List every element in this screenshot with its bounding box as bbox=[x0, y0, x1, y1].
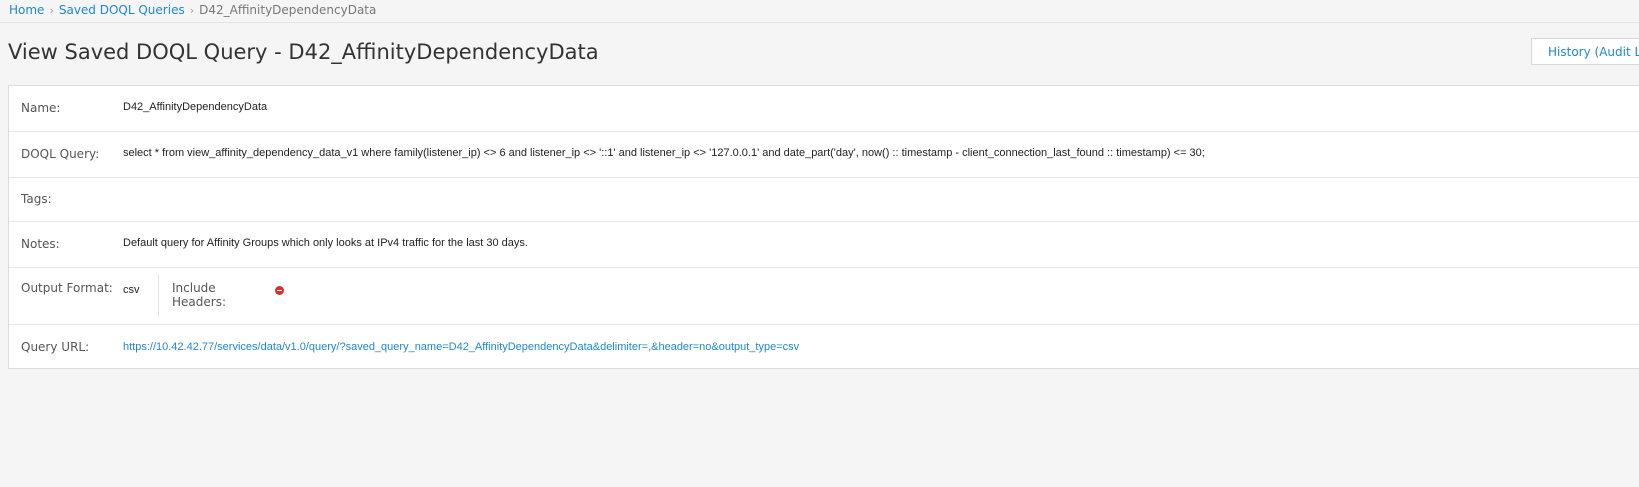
page-title: View Saved DOQL Query - D42_AffinityDepe… bbox=[8, 40, 599, 64]
notes-row: Notes: Default query for Affinity Groups… bbox=[9, 222, 1639, 268]
output-format-value: csv bbox=[123, 284, 140, 296]
breadcrumb-current: D42_AffinityDependencyData bbox=[199, 3, 377, 17]
name-row: Name: D42_AffinityDependencyData bbox=[9, 86, 1639, 132]
doql-query-value: select * from view_affinity_dependency_d… bbox=[123, 147, 1205, 159]
name-value: D42_AffinityDependencyData bbox=[123, 101, 268, 113]
query-detail-panel: Name: D42_AffinityDependencyData DOQL Qu… bbox=[8, 85, 1639, 369]
output-format-row: Output Format: csv Include Headers: bbox=[9, 268, 1639, 325]
tags-label: Tags: bbox=[21, 192, 52, 206]
doql-query-label: DOQL Query: bbox=[21, 147, 100, 161]
breadcrumb: Home › Saved DOQL Queries › D42_AffinityDepe… bbox=[0, 0, 1639, 23]
output-divider bbox=[158, 274, 159, 317]
output-format-label: Output Format: bbox=[21, 281, 113, 295]
query-url-row: Query URL: https://10.42.42.77/services/… bbox=[9, 325, 1639, 370]
include-headers-label: Include Headers: bbox=[172, 281, 226, 309]
name-label: Name: bbox=[21, 101, 61, 115]
notes-value: Default query for Affinity Groups which … bbox=[123, 237, 528, 249]
doql-query-row: DOQL Query: select * from view_affinity_… bbox=[9, 132, 1639, 178]
breadcrumb-separator: › bbox=[49, 4, 54, 17]
breadcrumb-saved-queries-link[interactable]: Saved DOQL Queries bbox=[59, 3, 185, 17]
query-url-link[interactable]: https://10.42.42.77/services/data/v1.0/q… bbox=[123, 341, 799, 353]
history-audit-log-button[interactable]: History (Audit Log) bbox=[1531, 38, 1639, 65]
notes-label: Notes: bbox=[21, 237, 60, 251]
breadcrumb-home-link[interactable]: Home bbox=[9, 3, 44, 17]
minus-circle-icon bbox=[275, 286, 284, 295]
tags-row: Tags: bbox=[9, 178, 1639, 222]
breadcrumb-trail: Home › Saved DOQL Queries › D42_AffinityDepe… bbox=[9, 0, 376, 21]
query-url-label: Query URL: bbox=[21, 340, 90, 354]
breadcrumb-separator: › bbox=[189, 4, 195, 17]
